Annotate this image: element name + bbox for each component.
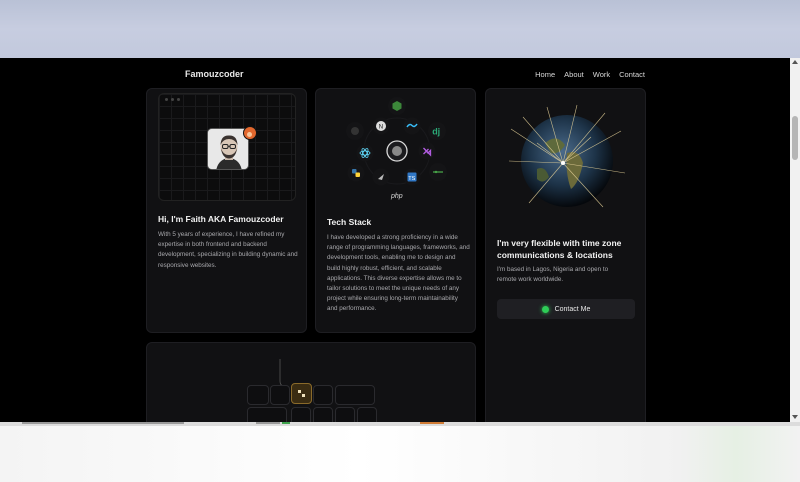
contact-me-label: Contact Me [554,305,591,313]
scroll-segment [256,422,280,424]
python-icon [347,164,365,182]
page-viewport: Famouzcoder Home About Work Contact Hi, … [0,58,790,422]
sparkle-icon [247,132,252,137]
intro-title: Hi, I'm Faith AKA Famouzcoder [158,214,284,224]
key-placeholder [247,385,269,405]
brand-logo-text[interactable]: Famouzcoder [185,69,244,79]
connector-line [279,359,283,387]
nav-link-work[interactable]: Work [593,70,610,79]
tech-stack-card: N dj TS php Tech Stack I have developed … [315,88,476,333]
browser-bottom-chrome [0,422,800,482]
nav-link-home[interactable]: Home [535,70,555,79]
tech-stack-text: I have developed a strong proficiency in… [327,234,470,313]
key-placeholder [357,407,377,422]
window-mockup [158,93,296,201]
key-placeholder [270,385,290,405]
scroll-down-arrow-icon[interactable] [792,415,798,419]
key-placeholder [247,407,287,422]
mongodb-icon [429,163,447,181]
contact-me-button[interactable]: Contact Me [497,299,635,319]
react-icon [356,144,374,162]
django-icon: dj [428,122,446,140]
key-highlighted [291,383,312,404]
location-card: I'm very flexible with time zone communi… [485,88,646,422]
navbar: Famouzcoder Home About Work Contact [0,58,790,92]
svg-text:TS: TS [408,176,415,182]
nav-links: Home About Work Contact [535,70,645,79]
vscode-icon [418,142,436,160]
nav-link-about[interactable]: About [564,70,584,79]
key-placeholder [335,385,375,405]
tech-stack-title: Tech Stack [327,217,372,227]
location-text: I'm based in Lagos, Nigeria and open to … [497,266,609,284]
nextjs-icon: N [372,117,390,135]
intro-text: With 5 years of experience, I have refin… [158,231,298,269]
location-title: I'm very flexible with time zone communi… [497,238,622,260]
github-icon [346,122,364,140]
keyboard-card [146,342,476,422]
key-placeholder [291,407,311,422]
nav-link-contact[interactable]: Contact [619,70,645,79]
svg-text:dj: dj [432,127,440,137]
key-placeholder [313,407,333,422]
php-icon: php [390,193,403,200]
vertical-scrollbar[interactable] [790,58,800,422]
scroll-segment [420,422,444,424]
status-badge [243,126,257,140]
scroll-thumb[interactable] [792,116,798,160]
scroll-up-arrow-icon[interactable] [792,60,798,64]
key-placeholder [335,407,355,422]
tailwind-icon [403,117,421,135]
typescript-icon: TS [403,168,421,186]
tech-stack-orbit: N dj TS php [346,97,447,200]
scroll-segment [22,422,184,424]
svg-text:N: N [379,124,383,130]
online-indicator-icon [541,305,549,313]
globe-icon [508,104,626,208]
nodejs-icon [388,97,406,115]
browser-top-chrome [0,0,800,58]
key-placeholder [313,385,333,405]
cursor-keys-icon [298,390,305,397]
window-dots [165,98,180,101]
intro-card: Hi, I'm Faith AKA Famouzcoder With 5 yea… [146,88,307,333]
scroll-segment [282,422,290,424]
vercel-icon [372,168,390,186]
